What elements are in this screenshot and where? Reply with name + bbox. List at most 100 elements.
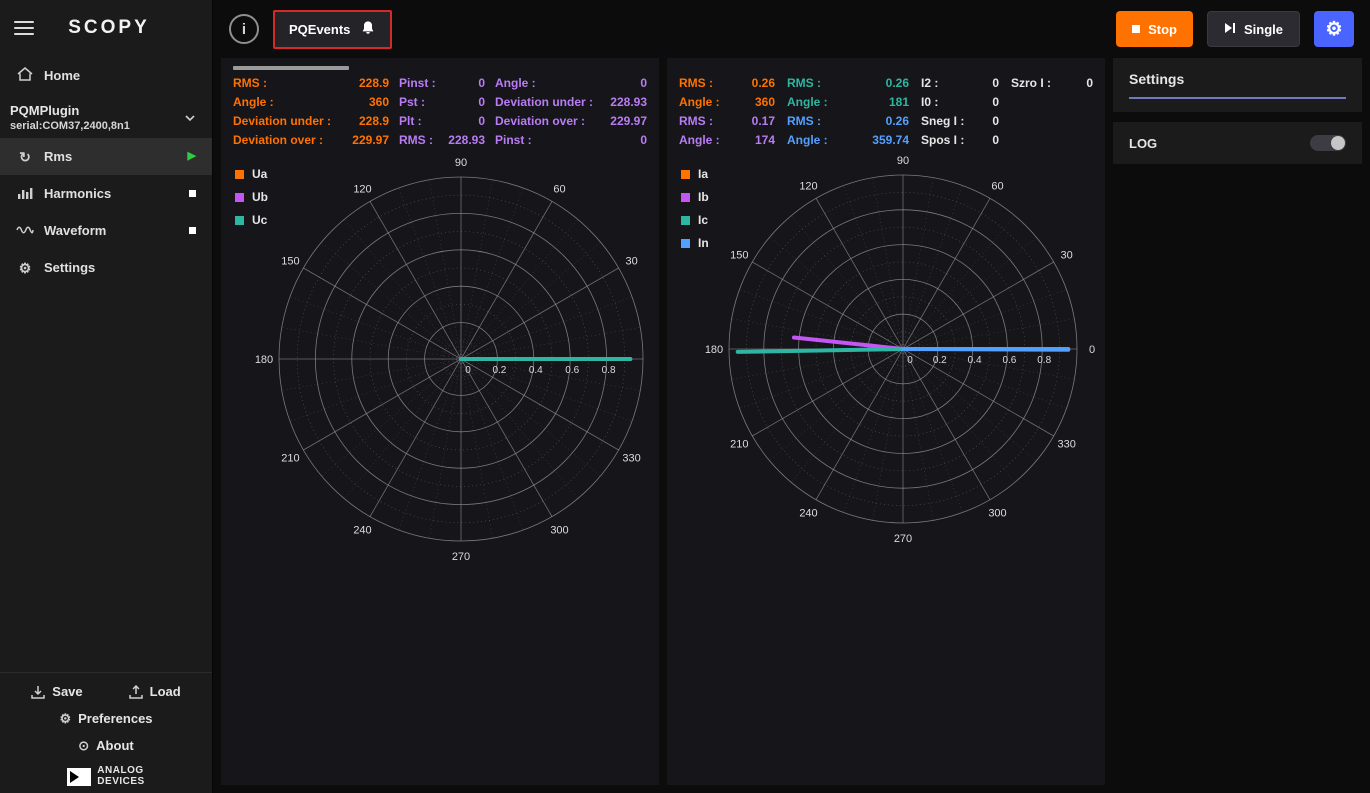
stat-label: I0 : <box>921 95 938 109</box>
sidebar-item-label: Rms <box>44 149 72 164</box>
legend-item-ic[interactable]: Ic <box>681 213 709 227</box>
legend-label: Uc <box>252 213 267 227</box>
stop-label: Stop <box>1148 22 1177 37</box>
stat-value: 0 <box>992 133 999 147</box>
stopped-indicator-icon <box>189 190 196 197</box>
stat-deviation-under: Deviation under :228.9 <box>233 114 389 128</box>
svg-text:210: 210 <box>281 453 299 465</box>
stat-value: 228.93 <box>448 133 485 147</box>
log-card: LOG <box>1113 122 1362 164</box>
stat-label: Deviation over : <box>233 133 323 147</box>
sidebar-item-settings[interactable]: ⚙ Settings <box>0 249 212 286</box>
stat-value: 0 <box>640 133 647 147</box>
load-icon <box>129 685 143 699</box>
svg-text:90: 90 <box>455 157 467 169</box>
stat-pst: Pst :0 <box>399 95 485 109</box>
stat-rms: RMS :0.26 <box>787 114 909 128</box>
hamburger-menu-icon[interactable] <box>14 21 34 35</box>
svg-text:120: 120 <box>353 183 371 195</box>
stat-deviation-over: Deviation over :229.97 <box>233 133 389 147</box>
stat-angle: Angle : 174 <box>679 133 775 147</box>
analog-devices-logo: ANALOG DEVICES <box>67 766 144 787</box>
sidebar-nav: Home PQMPlugin serial:COM37,2400,8n1 ↻ R… <box>0 56 212 286</box>
stat-value: 181 <box>889 95 909 109</box>
chevron-down-icon[interactable] <box>184 109 196 127</box>
legend-item-ib[interactable]: Ib <box>681 190 709 204</box>
stat-label: Pinst : <box>495 133 532 147</box>
load-label: Load <box>150 684 181 699</box>
legend-label: Ub <box>252 190 268 204</box>
svg-text:0.6: 0.6 <box>565 365 579 376</box>
home-icon <box>16 67 34 83</box>
voltage-stats: RMS :228.9Pinst :0Angle :0Angle :360Pst … <box>233 76 647 147</box>
svg-text:180: 180 <box>255 354 273 366</box>
save-button[interactable]: Save <box>25 683 88 700</box>
stat-value: 174 <box>755 133 775 147</box>
sidebar-item-harmonics[interactable]: Harmonics <box>0 175 212 212</box>
svg-text:240: 240 <box>799 508 817 520</box>
log-toggle[interactable] <box>1310 135 1346 151</box>
load-button[interactable]: Load <box>123 683 187 700</box>
svg-text:0: 0 <box>907 355 913 366</box>
svg-text:300: 300 <box>988 508 1006 520</box>
plugin-serial: serial:COM37,2400,8n1 <box>10 120 130 132</box>
stat-value: 0 <box>640 76 647 90</box>
stat-label: Angle : <box>787 95 828 109</box>
legend-item-ua[interactable]: Ua <box>235 167 268 181</box>
stat-szro-i: Szro I :0 <box>1011 76 1093 90</box>
stat-label: Angle : <box>787 133 828 147</box>
legend-item-ia[interactable]: Ia <box>681 167 709 181</box>
legend-item-uc[interactable]: Uc <box>235 213 268 227</box>
svg-text:0.2: 0.2 <box>933 355 947 366</box>
legend-swatch-icon <box>681 216 690 225</box>
stat-rms: RMS :228.93 <box>399 133 485 147</box>
sidebar-item-waveform[interactable]: Waveform <box>0 212 212 249</box>
legend-item-ub[interactable]: Ub <box>235 190 268 204</box>
settings-title: Settings <box>1129 71 1346 87</box>
legend-label: Ia <box>698 167 708 181</box>
stat-label: RMS : <box>679 76 713 90</box>
stat-value: 0.26 <box>886 114 909 128</box>
stat-label: Angle : <box>679 133 720 147</box>
plugin-name: PQMPlugin <box>10 103 130 118</box>
legend-label: Ib <box>698 190 709 204</box>
voltage-chart-area: UaUbUc 030609012015018021024027030033000… <box>233 153 647 773</box>
sidebar-item-home[interactable]: Home <box>0 56 212 94</box>
stop-icon <box>1132 25 1140 33</box>
stat-i0: I0 :0 <box>921 95 999 109</box>
stats-row: Angle :360Pst :0Deviation under :228.93 <box>233 95 647 109</box>
stat-label: Spos I : <box>921 133 964 147</box>
content: RMS :228.9Pinst :0Angle :0Angle :360Pst … <box>213 58 1370 793</box>
log-toggle-knob <box>1331 136 1345 150</box>
info-button[interactable]: i <box>229 14 259 44</box>
svg-text:330: 330 <box>622 453 640 465</box>
sidebar-footer: Save Load ⚙ Preferences ⊙ About <box>0 672 212 793</box>
stat-pinst: Pinst : 0 <box>495 133 647 147</box>
acquisition-progress-bar <box>233 66 349 70</box>
legend-label: Ua <box>252 167 267 181</box>
stat-value: 360 <box>369 95 389 109</box>
save-icon <box>31 685 45 699</box>
svg-text:60: 60 <box>553 183 565 195</box>
sidebar: SCOPY Home PQMPlugin serial:COM37,2400,8… <box>0 0 213 793</box>
stat-value: 0.26 <box>886 76 909 90</box>
about-button[interactable]: ⊙ About <box>72 737 139 754</box>
stat-label: Deviation under : <box>495 95 593 109</box>
legend-item-in[interactable]: In <box>681 236 709 250</box>
preferences-button[interactable]: ⚙ Preferences <box>53 710 158 727</box>
svg-text:240: 240 <box>353 525 371 537</box>
stat-label: Deviation under : <box>233 114 331 128</box>
settings-gear-button[interactable]: ⚙ <box>1314 11 1354 47</box>
legend-swatch-icon <box>235 170 244 179</box>
svg-text:0: 0 <box>465 365 471 376</box>
bell-icon[interactable] <box>360 20 376 39</box>
stat-pinst: Pinst :0 <box>399 76 485 90</box>
about-label: About <box>96 738 134 753</box>
sidebar-item-pqmplugin[interactable]: PQMPlugin serial:COM37,2400,8n1 <box>0 94 212 138</box>
stop-button[interactable]: Stop <box>1116 11 1193 47</box>
plugin-info: PQMPlugin serial:COM37,2400,8n1 <box>10 103 130 132</box>
pqevents-tab[interactable]: PQEvents <box>273 10 392 49</box>
stat-rms: RMS :0.26 <box>679 76 775 90</box>
sidebar-item-rms[interactable]: ↻ Rms ▶ <box>0 138 212 175</box>
single-button[interactable]: Single <box>1207 11 1300 47</box>
